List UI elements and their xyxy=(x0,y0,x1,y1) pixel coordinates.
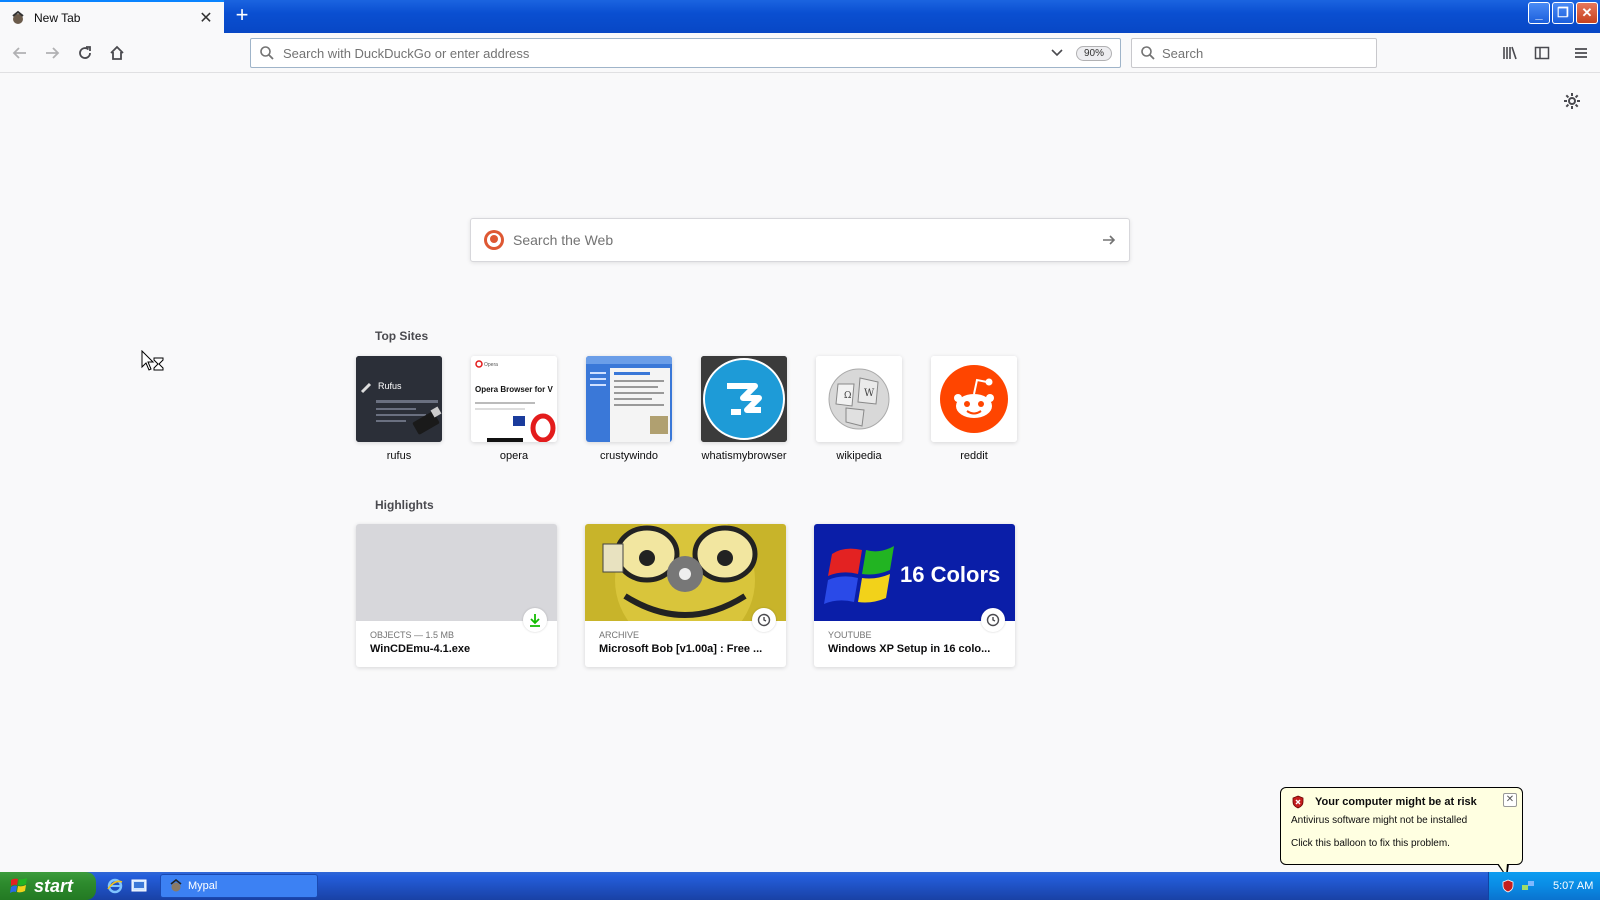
card-context: ARCHIVE xyxy=(599,630,640,640)
top-site-opera[interactable]: Opera Opera Browser for V opera xyxy=(471,356,557,462)
start-button[interactable]: start xyxy=(0,872,96,900)
arrow-right-icon[interactable] xyxy=(1101,232,1117,248)
clock-icon xyxy=(981,608,1005,632)
clock[interactable]: 5:07 AM xyxy=(1553,880,1593,892)
card-image xyxy=(356,524,557,621)
url-input[interactable]: Search with DuckDuckGo or enter address xyxy=(283,46,1050,61)
search-icon xyxy=(1141,46,1155,60)
balloon-title: Your computer might be at risk xyxy=(1315,796,1477,808)
network-icon[interactable] xyxy=(1521,879,1535,893)
opera-brand-text: Opera xyxy=(484,362,498,368)
top-sites-title: Top Sites xyxy=(375,329,429,343)
zoom-level-badge[interactable]: 90% xyxy=(1075,45,1112,61)
site-thumbnail: Rufus xyxy=(356,356,442,442)
taskbar-button-mypal[interactable]: Mypal xyxy=(160,874,318,898)
card-title: Microsoft Bob [v1.00a] : Free ... xyxy=(599,643,763,655)
top-site-wikipedia[interactable]: Ω W wikipedia xyxy=(816,356,902,462)
desktop: New Tab ✕ + _ ❐ ✕ Search with DuckDuckGo… xyxy=(0,0,1600,900)
site-thumbnail: Opera Opera Browser for V xyxy=(471,356,557,442)
card-title: Windows XP Setup in 16 colo... xyxy=(828,643,991,655)
web-search-input[interactable]: Search the Web xyxy=(513,232,1101,248)
sidebar-toggle-icon[interactable] xyxy=(1530,41,1554,65)
card-image: 16 Colors xyxy=(814,524,1015,621)
nav-toolbar: Search with DuckDuckGo or enter address … xyxy=(0,33,1600,73)
balloon-action[interactable]: Click this balloon to fix this problem. xyxy=(1291,838,1512,849)
top-site-crustywindo[interactable]: crustywindo xyxy=(586,356,672,462)
site-label: whatismybrowser xyxy=(701,450,787,462)
web-search-box[interactable]: Search the Web xyxy=(470,218,1130,262)
new-tab-plus-icon[interactable]: + xyxy=(230,4,254,28)
highlight-card-microsoft-bob[interactable]: ARCHIVE Microsoft Bob [v1.00a] : Free ..… xyxy=(585,524,786,667)
site-label: opera xyxy=(499,450,529,462)
site-label: wikipedia xyxy=(836,450,882,462)
url-bar[interactable]: Search with DuckDuckGo or enter address … xyxy=(250,38,1121,68)
card-context: YOUTUBE xyxy=(828,630,872,640)
library-icon[interactable] xyxy=(1498,41,1522,65)
back-arrow-icon[interactable] xyxy=(8,41,32,65)
minimize-button[interactable]: _ xyxy=(1528,2,1550,24)
highlight-card-wincdemu[interactable]: OBJECTS — 1.5 MB WinCDEmu-4.1.exe xyxy=(356,524,557,667)
site-thumbnail: Ω W xyxy=(816,356,902,442)
shield-icon xyxy=(1292,795,1304,809)
quick-launch xyxy=(106,877,148,895)
start-label: start xyxy=(34,875,74,896)
taskbar: start Mypal 5:07 AM xyxy=(0,872,1600,900)
tab-new-tab[interactable]: New Tab ✕ xyxy=(0,0,224,33)
hamburger-menu-icon[interactable] xyxy=(1569,41,1593,65)
show-desktop-icon[interactable] xyxy=(130,877,148,895)
balloon-message: Antivirus software might not be installe… xyxy=(1291,815,1468,826)
security-alert-icon[interactable] xyxy=(1501,879,1515,893)
reload-icon[interactable] xyxy=(73,41,97,65)
mypal-favicon-icon xyxy=(12,10,24,24)
download-icon xyxy=(523,608,547,632)
highlights-title: Highlights xyxy=(375,498,434,512)
site-label: reddit xyxy=(960,450,988,462)
top-site-rufus[interactable]: Rufus rufus xyxy=(356,356,442,462)
home-icon[interactable] xyxy=(105,41,129,65)
tab-strip: New Tab ✕ + _ ❐ ✕ xyxy=(0,0,1600,33)
svg-text:Ω: Ω xyxy=(844,391,851,401)
windows-logo-icon xyxy=(10,878,27,893)
mypal-icon xyxy=(170,879,182,892)
search-input[interactable]: Search xyxy=(1162,46,1203,61)
internet-explorer-icon[interactable] xyxy=(106,877,124,895)
card-title: WinCDEmu-4.1.exe xyxy=(370,643,471,655)
top-sites-grid: Rufus rufus Opera Opera Browser for V op… xyxy=(356,356,1046,462)
close-window-button[interactable]: ✕ xyxy=(1576,2,1598,24)
system-tray: 5:07 AM xyxy=(1488,872,1600,900)
card-image xyxy=(585,524,786,621)
busy-cursor-icon xyxy=(141,350,164,371)
duckduckgo-icon xyxy=(484,230,504,250)
site-label: crustywindo xyxy=(599,450,659,462)
search-icon xyxy=(260,46,274,60)
security-balloon[interactable]: Your computer might be at risk ✕ Antivir… xyxy=(1280,787,1523,865)
close-tab-icon[interactable]: ✕ xyxy=(198,10,214,27)
clock-icon xyxy=(752,608,776,632)
chevron-down-icon[interactable] xyxy=(1050,46,1064,60)
card-context: OBJECTS — 1.5 MB xyxy=(370,630,455,640)
tab-title: New Tab xyxy=(34,10,81,25)
highlights-grid: OBJECTS — 1.5 MB WinCDEmu-4.1.exe ARCHIV… xyxy=(356,524,1043,667)
task-label: Mypal xyxy=(188,880,218,892)
svg-text:W: W xyxy=(864,388,875,399)
site-label: rufus xyxy=(386,450,412,462)
opera-thumb-text: Opera Browser for V xyxy=(475,385,553,394)
highlight-card-windows-xp-setup[interactable]: 16 Colors YOUTUBE Windows XP Setup in 16… xyxy=(814,524,1015,667)
site-thumbnail xyxy=(701,356,787,442)
forward-arrow-icon[interactable] xyxy=(40,41,64,65)
xp-thumb-text: 16 Colors xyxy=(900,562,1000,587)
window-controls: _ ❐ ✕ xyxy=(1528,2,1598,24)
gear-icon[interactable] xyxy=(1563,92,1581,110)
rufus-thumb-text: Rufus xyxy=(378,381,402,391)
close-icon[interactable]: ✕ xyxy=(1503,793,1517,807)
search-bar[interactable]: Search xyxy=(1131,38,1377,68)
maximize-button[interactable]: ❐ xyxy=(1552,2,1574,24)
site-thumbnail xyxy=(931,356,1017,442)
top-site-whatismybrowser[interactable]: whatismybrowser xyxy=(701,356,787,462)
site-thumbnail xyxy=(586,356,672,442)
top-site-reddit[interactable]: reddit xyxy=(931,356,1017,462)
